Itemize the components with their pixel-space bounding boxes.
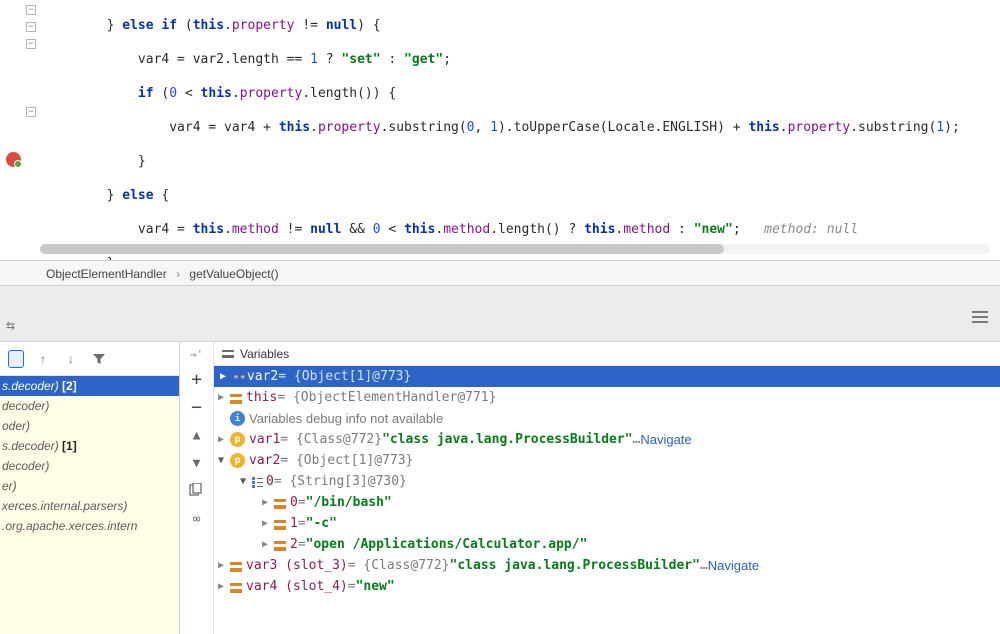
inline-hint-label: method: (764, 222, 819, 237)
field-icon (230, 583, 242, 593)
variable-row[interactable]: iVariables debug info not available (214, 408, 1000, 429)
parameter-icon: p (230, 432, 245, 447)
list-icon (222, 350, 234, 358)
fold-marker-icon[interactable]: − (26, 5, 36, 15)
field-icon (274, 541, 286, 551)
chevron-right-icon: › (170, 267, 186, 281)
code-editor[interactable]: − − − − } else if (this.property != null… (0, 0, 1000, 260)
variable-row[interactable]: ▶ var3 (slot_3) = {Class@772} "class jav… (214, 555, 1000, 576)
field-icon (274, 499, 286, 509)
remove-watch-icon[interactable]: − (188, 399, 206, 417)
breakpoint-icon[interactable] (6, 152, 21, 167)
thread-selector[interactable] (8, 350, 24, 368)
scrollbar-thumb[interactable] (40, 244, 724, 254)
horizontal-scrollbar[interactable] (40, 244, 990, 254)
glasses-icon[interactable]: ∞ (188, 511, 206, 529)
next-frame-icon[interactable]: ↓ (62, 350, 80, 368)
debugger-pane: ↑ ↓ s.decoder) [2]decoder)oder)s.decoder… (0, 342, 1000, 634)
info-icon: i (230, 411, 245, 426)
settings-icon[interactable]: ⇆ (6, 316, 15, 334)
navigate-link[interactable]: Navigate (640, 432, 691, 447)
restore-layout-icon[interactable]: →' (190, 348, 203, 361)
breadcrumb-class[interactable]: ObjectElementHandler (46, 267, 167, 281)
fold-marker-icon[interactable]: − (26, 39, 36, 49)
frame-row[interactable]: xerces.internal.parsers) (0, 496, 179, 516)
frames-panel[interactable]: ↑ ↓ s.decoder) [2]decoder)oder)s.decoder… (0, 342, 180, 634)
parameter-icon: p (230, 453, 245, 468)
tool-window-header: ⇆ (0, 286, 1000, 342)
variable-row[interactable]: ▶ this = {ObjectElementHandler@771} (214, 387, 1000, 408)
move-up-icon[interactable]: ▲ (188, 427, 206, 445)
frame-row[interactable]: s.decoder) [1] (0, 436, 179, 456)
frames-toolbar: ↑ ↓ (0, 342, 179, 376)
navigate-link[interactable]: Navigate (708, 558, 759, 573)
variables-toolbar: →' + − ▲ ▼ ∞ (180, 342, 214, 634)
breadcrumb[interactable]: ObjectElementHandler › getValueObject() (0, 260, 1000, 286)
frame-row[interactable]: s.decoder) [2] (0, 376, 179, 396)
code-area[interactable]: } else if (this.property != null) { var4… (40, 0, 1000, 260)
breadcrumb-method[interactable]: getValueObject() (189, 267, 278, 281)
watch-row[interactable]: ▶ 👓 var2 = {Object[1]@773} (214, 366, 1000, 387)
variable-row[interactable]: ▼ pvar2 = {Object[1]@773} (214, 450, 1000, 471)
array-icon (252, 477, 262, 489)
variables-header-label: Variables (240, 342, 289, 366)
frame-row[interactable]: decoder) (0, 396, 179, 416)
variable-row[interactable]: ▼ 0 = {String[3]@730} (214, 471, 1000, 492)
fold-marker-icon[interactable]: − (26, 107, 36, 117)
move-down-icon[interactable]: ▼ (188, 455, 206, 473)
prev-frame-icon[interactable]: ↑ (34, 350, 52, 368)
fold-marker-icon[interactable]: − (26, 22, 36, 32)
inline-hint-value: null (827, 222, 858, 237)
frame-row[interactable]: er) (0, 476, 179, 496)
copy-icon[interactable] (188, 483, 206, 501)
field-icon (230, 394, 242, 404)
variable-row[interactable]: ▶ pvar1 = {Class@772} "class java.lang.P… (214, 429, 1000, 450)
filter-icon[interactable] (90, 350, 108, 368)
variable-row[interactable]: ▶ 0 = "/bin/bash" (214, 492, 1000, 513)
frame-row[interactable]: .org.apache.xerces.intern (0, 516, 179, 536)
add-watch-icon[interactable]: + (188, 371, 206, 389)
variable-row[interactable]: ▶ var4 (slot_4) = "new" (214, 576, 1000, 597)
variable-row[interactable]: ▶ 2 = "open /Applications/Calculator.app… (214, 534, 1000, 555)
menu-icon[interactable] (972, 316, 988, 318)
editor-gutter: − − − − (0, 0, 40, 260)
frame-row[interactable]: oder) (0, 416, 179, 436)
variables-panel[interactable]: Variables ▶ 👓 var2 = {Object[1]@773}▶ th… (214, 342, 1000, 634)
field-icon (230, 562, 242, 572)
variable-row[interactable]: ▶ 1 = "-c" (214, 513, 1000, 534)
field-icon (274, 520, 286, 530)
frame-row[interactable]: decoder) (0, 456, 179, 476)
variables-header: Variables (214, 342, 1000, 366)
